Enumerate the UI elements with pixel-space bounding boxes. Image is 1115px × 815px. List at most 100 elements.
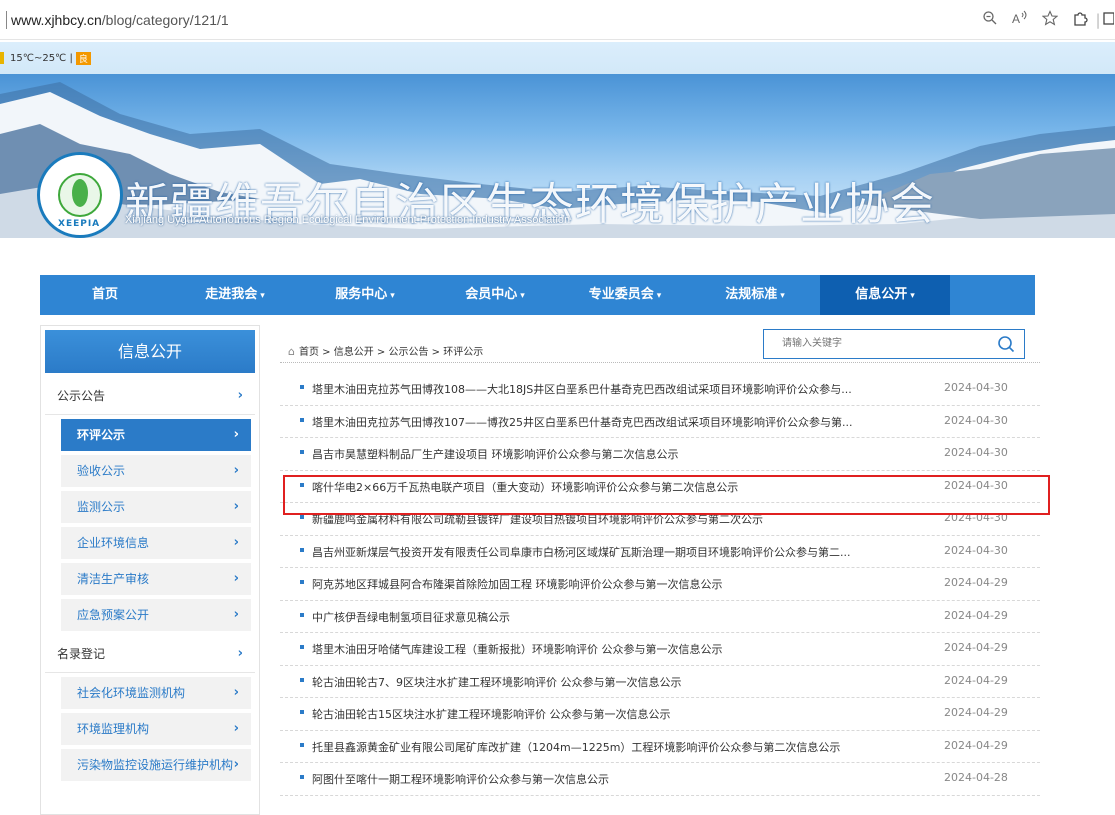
article-date: 2024-04-29 <box>944 706 1008 719</box>
nav-about[interactable]: 走进我会 ▾ <box>170 275 300 315</box>
sidebar-item-label: 环境监理机构 <box>77 722 150 736</box>
nav-service-center[interactable]: 服务中心 ▾ <box>300 275 430 315</box>
chevron-down-icon: ▾ <box>260 291 265 301</box>
url-field[interactable]: www.xjhbcy.cn/blog/category/121/1 <box>11 12 229 28</box>
article-title[interactable]: 阿图什至喀什一期工程环境影响评价公众参与第一次信息公示 <box>312 771 922 787</box>
list-item[interactable]: 塔里木油田克拉苏气田博孜108——大北18JS井区白垩系巴什基奇克巴西改组试采项… <box>280 373 1040 406</box>
chevron-right-icon: › <box>237 388 243 403</box>
air-quality-badge: 良 <box>75 51 91 65</box>
nav-info-disclosure[interactable]: 信息公开 ▾ <box>820 275 950 315</box>
sidebar-item-label: 社会化环境监测机构 <box>77 686 186 700</box>
article-title[interactable]: 阿克苏地区拜城县阿合布隆渠首除险加固工程 环境影响评价公众参与第一次信息公示 <box>312 576 922 592</box>
breadcrumb-text: 首页 > 信息公开 > 公示公告 > 环评公示 <box>298 347 484 358</box>
list-item[interactable]: 中广核伊吾绿电制氢项目征求意见稿公示 2024-04-29 <box>280 601 1040 633</box>
nav-label: 首页 <box>91 287 118 302</box>
list-item[interactable]: 新疆鹿鸣金属材料有限公司疏勒县镀锌厂建设项目热镀项目环境影响评价公众参与第二次公… <box>280 503 1040 536</box>
chevron-down-icon: ▾ <box>656 291 662 301</box>
article-date: 2024-04-30 <box>944 511 1008 524</box>
association-logo[interactable]: XEEPIA <box>37 152 123 238</box>
search-input[interactable] <box>782 330 982 356</box>
article-title[interactable]: 托里县鑫源黄金矿业有限公司尾矿库改扩建（1204m—1225m）工程环境影响评价… <box>312 739 922 755</box>
nav-label: 专业委员会 <box>588 287 654 302</box>
sidebar-item-label: 清洁生产审核 <box>77 572 150 586</box>
url-host: www.xjhbcy.cn <box>11 11 102 28</box>
sidebar-category-registry[interactable]: 名录登记 › <box>45 635 255 673</box>
article-date: 2024-04-29 <box>944 738 1008 752</box>
article-title[interactable]: 昌吉州亚新煤层气投资开发有限责任公司阜康市白杨河区域煤矿瓦斯治理一期项目环境影响… <box>312 544 922 560</box>
list-item[interactable]: 阿克苏地区拜城县阿合布隆渠首除险加固工程 环境影响评价公众参与第一次信息公示 20… <box>280 568 1040 601</box>
sidebar-item-pollution-ops[interactable]: 污染物监控设施运行维护机构 › <box>61 749 251 781</box>
list-item[interactable]: 托里县鑫源黄金矿业有限公司尾矿库改扩建（1204m—1225m）工程环境影响评价… <box>280 731 1040 763</box>
split-screen-icon[interactable] <box>1101 11 1115 29</box>
bullet-icon <box>300 450 304 454</box>
sidebar-item-label: 监测公示 <box>77 500 126 514</box>
article-title[interactable]: 喀什华电2×66万千瓦热电联产项目（重大变动）环境影响评价公众参与第二次信息公示 <box>312 479 922 495</box>
sidebar-item-monitoring-agency[interactable]: 社会化环境监测机构 › <box>61 677 251 709</box>
bullet-icon <box>300 677 304 682</box>
list-item[interactable]: 轮古油田轮古15区块注水扩建工程环境影响评价 公众参与第一次信息公示 2024-0… <box>280 698 1040 731</box>
list-item[interactable]: 阿图什至喀什一期工程环境影响评价公众参与第一次信息公示 2024-04-28 <box>280 763 1040 796</box>
nav-home[interactable]: 首页 <box>40 275 170 315</box>
bullet-icon <box>300 645 304 649</box>
leaf-icon <box>72 179 88 207</box>
breadcrumb-bar: ⌂ 首页 > 信息公开 > 公示公告 > 环评公示 <box>280 325 1040 363</box>
article-date: 2024-04-30 <box>944 381 1008 394</box>
article-date: 2024-04-30 <box>944 543 1008 557</box>
article-title[interactable]: 中广核伊吾绿电制氢项目征求意见稿公示 <box>312 609 922 625</box>
nav-committees[interactable]: 专业委员会 ▾ <box>560 275 690 315</box>
sidebar-item-emergency-plan[interactable]: 应急预案公开 › <box>61 599 251 631</box>
sidebar-heading: 信息公开 <box>45 330 255 373</box>
read-aloud-icon[interactable]: A <box>1005 10 1035 30</box>
sidebar-item-acceptance[interactable]: 验收公示 › <box>61 455 251 487</box>
list-item[interactable]: 昌吉市昊慧塑料制品厂生产建设项目 环境影响评价公众参与第二次信息公示 2024-0… <box>280 438 1040 471</box>
zoom-icon[interactable] <box>975 10 1005 30</box>
list-item[interactable]: 轮古油田轮古7、9区块注水扩建工程环境影响评价 公众参与第一次信息公示 2024-… <box>280 666 1040 698</box>
browser-address-bar: www.xjhbcy.cn/blog/category/121/1 A | <box>0 0 1115 40</box>
article-title[interactable]: 轮古油田轮古7、9区块注水扩建工程环境影响评价 公众参与第一次信息公示 <box>312 674 922 690</box>
list-item[interactable]: 喀什华电2×66万千瓦热电联产项目（重大变动）环境影响评价公众参与第二次信息公示… <box>280 471 1040 503</box>
bullet-icon <box>300 417 304 422</box>
nav-member-center[interactable]: 会员中心 ▾ <box>430 275 560 315</box>
article-date: 2024-04-29 <box>944 576 1008 589</box>
article-date: 2024-04-30 <box>944 413 1008 427</box>
article-title[interactable]: 塔里木油田牙哈储气库建设工程（重新报批）环境影响评价 公众参与第一次信息公示 <box>312 641 922 657</box>
chevron-right-icon: › <box>233 463 239 478</box>
list-item[interactable]: 塔里木油田克拉苏气田博孜107——博孜25井区白垩系巴什基奇克巴西改组试采项目环… <box>280 406 1040 438</box>
search-box <box>763 329 1025 359</box>
sidebar-item-eia[interactable]: 环评公示 › <box>61 419 251 451</box>
article-title[interactable]: 新疆鹿鸣金属材料有限公司疏勒县镀锌厂建设项目热镀项目环境影响评价公众参与第二次公… <box>312 511 922 527</box>
bullet-icon <box>300 775 304 779</box>
list-item[interactable]: 昌吉州亚新煤层气投资开发有限责任公司阜康市白杨河区域煤矿瓦斯治理一期项目环境影响… <box>280 536 1040 568</box>
list-item[interactable]: 塔里木油田牙哈储气库建设工程（重新报批）环境影响评价 公众参与第一次信息公示 20… <box>280 633 1040 666</box>
chevron-right-icon: › <box>233 427 239 442</box>
chevron-right-icon: › <box>233 721 239 736</box>
article-title[interactable]: 塔里木油田克拉苏气田博孜107——博孜25井区白垩系巴什基奇克巴西改组试采项目环… <box>312 414 922 430</box>
bullet-icon <box>300 547 304 552</box>
bullet-icon <box>300 742 304 747</box>
sidebar-item-monitoring[interactable]: 监测公示 › <box>61 491 251 523</box>
weather-marker <box>0 52 4 64</box>
url-path: /blog/category/121/1 <box>101 11 229 28</box>
extensions-icon[interactable] <box>1065 10 1095 30</box>
sidebar-item-enterprise-env[interactable]: 企业环境信息 › <box>61 527 251 559</box>
sidebar-item-supervision-agency[interactable]: 环境监理机构 › <box>61 713 251 745</box>
search-icon[interactable] <box>996 334 1016 354</box>
sidebar-item-label: 环评公示 <box>77 428 126 442</box>
sidebar-category-label: 名录登记 <box>57 647 106 661</box>
chevron-down-icon: ▾ <box>780 291 785 301</box>
bullet-icon <box>300 710 304 714</box>
home-icon: ⌂ <box>288 345 295 358</box>
sidebar-item-label: 企业环境信息 <box>77 536 150 550</box>
article-date: 2024-04-30 <box>944 478 1008 492</box>
nav-regulations[interactable]: 法规标准 ▾ <box>690 275 820 315</box>
bullet-icon <box>300 580 304 584</box>
article-title[interactable]: 轮古油田轮古15区块注水扩建工程环境影响评价 公众参与第一次信息公示 <box>312 706 922 722</box>
article-title[interactable]: 塔里木油田克拉苏气田博孜108——大北18JS井区白垩系巴什基奇克巴西改组试采项… <box>312 381 922 397</box>
nav-label: 服务中心 <box>335 287 388 302</box>
favorite-star-icon[interactable] <box>1035 10 1065 30</box>
breadcrumb[interactable]: ⌂ 首页 > 信息公开 > 公示公告 > 环评公示 <box>288 343 483 358</box>
site-banner: XEEPIA 新疆维吾尔自治区生态环境保护产业协会 Xinjiang Uygur… <box>0 74 1115 238</box>
article-title[interactable]: 昌吉市昊慧塑料制品厂生产建设项目 环境影响评价公众参与第二次信息公示 <box>312 446 922 462</box>
sidebar-item-clean-production[interactable]: 清洁生产审核 › <box>61 563 251 595</box>
sidebar-category-announcements[interactable]: 公示公告 › <box>45 377 255 415</box>
